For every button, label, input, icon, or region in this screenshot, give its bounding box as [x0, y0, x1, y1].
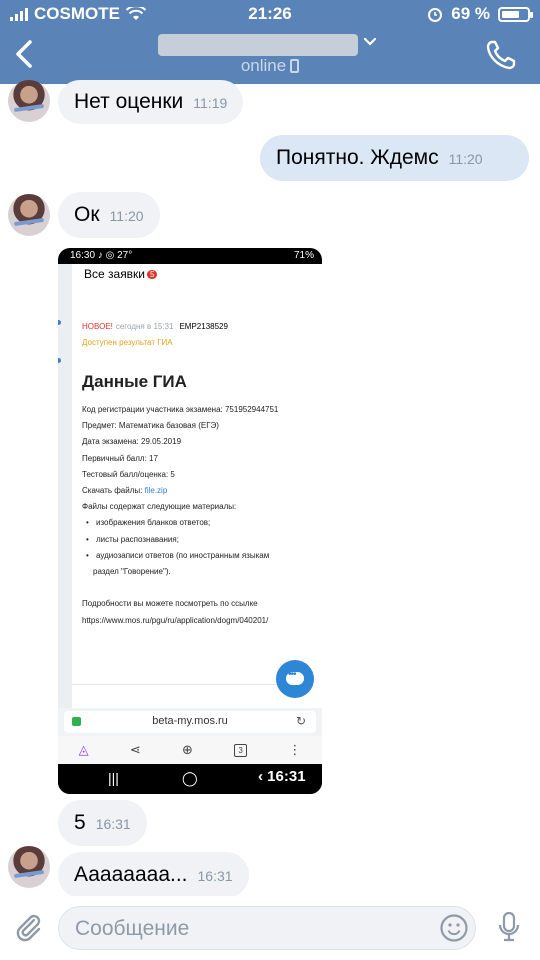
chevron-down-icon[interactable]	[362, 34, 378, 50]
screenshot-status-bar: 16:30 ♪ ◎ 27° 71%	[70, 250, 314, 261]
message-time: 16:31	[95, 816, 131, 832]
call-button[interactable]	[484, 38, 518, 72]
browser-url-bar: beta-my.mos.ru ↻	[58, 708, 322, 736]
message-input[interactable]	[73, 915, 427, 943]
screenshot-heading: Данные ГИА	[82, 372, 187, 391]
message-incoming[interactable]: 5 16:31	[58, 800, 147, 846]
back-arrow-icon: ‹	[258, 768, 268, 785]
image-attachment[interactable]: 16:30 ♪ ◎ 27° 71% Все заявки 5 НОВОЕ! сего…	[58, 248, 322, 794]
screenshot-page-title: Все заявки 5	[84, 267, 158, 281]
battery-percent: 69 %	[451, 4, 490, 23]
application-meta: НОВОЕ! сегодня в 15:31 EMP2138529	[82, 322, 228, 331]
home-icon: ◯	[182, 770, 198, 786]
message-time: 11:20	[109, 208, 144, 224]
message-field[interactable]	[58, 906, 476, 950]
message-incoming[interactable]: Аааааааа... 16:31	[58, 852, 249, 898]
battery-icon	[498, 6, 533, 22]
alice-icon: ◬	[78, 742, 89, 757]
result-details: Код регистрации участника экзамена: 7519…	[82, 402, 278, 629]
reload-icon: ↻	[295, 714, 306, 728]
attach-button[interactable]	[12, 910, 44, 942]
message-outgoing[interactable]: Понятно. Ждемс 11:20	[260, 135, 529, 181]
message-time: 11:19	[193, 95, 228, 111]
screenshot-sidebar	[58, 264, 72, 714]
result-available: Доступен результат ГИА	[82, 338, 173, 347]
message-incoming[interactable]: Нет оценки 11:19	[58, 80, 244, 124]
contact-name-redacted[interactable]	[158, 34, 358, 56]
message-time: 11:20	[448, 151, 483, 167]
emoji-button[interactable]	[439, 913, 469, 943]
microphone-button[interactable]	[494, 910, 524, 944]
message-time: 16:31	[197, 868, 233, 884]
divider	[72, 684, 302, 685]
chat-header: COSMOTE 21:26 69 % online	[0, 0, 540, 84]
tabs-icon: 3	[234, 743, 248, 757]
plus-icon: ⊕	[181, 742, 193, 757]
recents-icon: |||	[108, 770, 119, 786]
message-incoming[interactable]: Ок 11:20	[58, 192, 160, 238]
contact-status: online	[0, 56, 540, 76]
avatar[interactable]	[8, 194, 50, 236]
share-icon: ⋖	[129, 742, 141, 757]
chat-bubble-icon	[276, 660, 314, 698]
screenshot-page: Все заявки 5 НОВОЕ! сегодня в 15:31 EMP2138…	[58, 264, 322, 714]
composer	[0, 896, 540, 960]
android-nav-bar: ||| ◯ ‹ 16:31	[58, 764, 322, 794]
alarm-icon	[428, 8, 443, 22]
mobile-icon	[290, 59, 300, 73]
status-bar: COSMOTE 21:26 69 %	[0, 0, 540, 28]
browser-toolbar: ◬ ⋖ ⊕ 3 ⋮	[58, 736, 322, 764]
avatar[interactable]	[8, 846, 50, 888]
menu-icon: ⋮	[288, 742, 302, 757]
avatar[interactable]	[8, 80, 50, 122]
